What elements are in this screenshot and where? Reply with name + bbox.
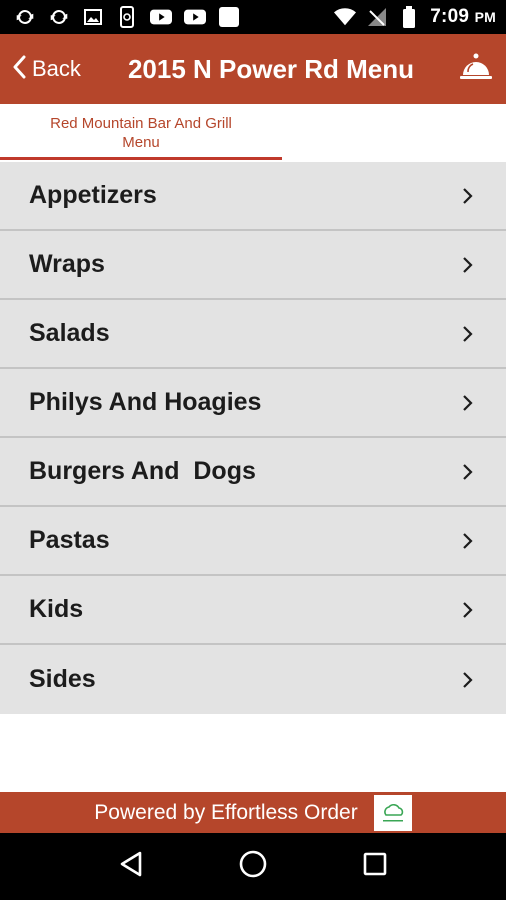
status-ampm: PM <box>474 9 496 25</box>
chevron-right-icon <box>460 255 474 275</box>
menu-category-salads[interactable]: Salads <box>0 300 506 369</box>
page-title: 2015 N Power Rd Menu <box>127 53 415 84</box>
app-bar: Back 2015 N Power Rd Menu <box>0 34 506 104</box>
menu-category-appetizers[interactable]: Appetizers <box>0 162 506 231</box>
menu-category-label: Appetizers <box>29 181 157 209</box>
tab-red-mountain-menu[interactable]: Red Mountain Bar And Grill Menu <box>0 104 282 162</box>
system-nav-bar <box>0 833 506 900</box>
chevron-right-icon <box>460 186 474 206</box>
menu-category-label: Salads <box>29 319 110 347</box>
chevron-right-icon <box>460 531 474 551</box>
status-system-icons: 7:09 PM <box>334 6 496 28</box>
youtube-icon <box>184 6 206 28</box>
menu-category-label: Sides <box>29 665 96 693</box>
back-triangle-icon <box>118 850 144 883</box>
service-bell-button[interactable] <box>446 34 506 104</box>
home-circle-icon <box>238 849 268 884</box>
menu-category-wraps[interactable]: Wraps <box>0 231 506 300</box>
menu-category-label: Wraps <box>29 250 105 278</box>
status-notification-icons <box>14 6 240 28</box>
chevron-right-icon <box>460 600 474 620</box>
image-icon <box>82 6 104 28</box>
footer-text: Powered by Effortless Order <box>94 800 358 824</box>
phone-icon <box>116 6 138 28</box>
chevron-right-icon <box>460 393 474 413</box>
back-button[interactable]: Back <box>0 34 100 104</box>
chevron-right-icon <box>460 462 474 482</box>
powered-by-footer[interactable]: Powered by Effortless Order <box>0 792 506 833</box>
chevron-right-icon <box>460 670 474 690</box>
square-icon <box>218 6 240 28</box>
chevron-right-icon <box>460 324 474 344</box>
nav-back-button[interactable] <box>111 847 151 887</box>
menu-category-label: Burgers And Dogs <box>29 457 256 485</box>
back-label: Back <box>32 56 81 81</box>
tab-selected-indicator <box>0 157 282 160</box>
menu-category-burgers-and-dogs[interactable]: Burgers And Dogs <box>0 438 506 507</box>
battery-icon <box>398 6 420 28</box>
tab-label: Red Mountain Bar And Grill Menu <box>50 115 232 151</box>
wifi-icon <box>334 6 357 28</box>
nav-home-button[interactable] <box>233 847 273 887</box>
sync-icon <box>48 6 70 28</box>
status-bar: 7:09 PM <box>0 0 506 34</box>
tab-bar: Red Mountain Bar And Grill Menu <box>0 104 506 162</box>
signal-icon <box>366 6 388 28</box>
menu-category-label: Philys And Hoagies <box>29 388 262 416</box>
effortless-order-logo <box>373 794 412 831</box>
nav-recents-button[interactable] <box>355 847 395 887</box>
youtube-icon <box>150 6 172 28</box>
recents-square-icon <box>362 851 388 882</box>
chevron-left-icon <box>12 55 26 84</box>
menu-category-philys-and-hoagies[interactable]: Philys And Hoagies <box>0 369 506 438</box>
sync-icon <box>14 6 36 28</box>
status-time: 7:09 PM <box>430 6 496 27</box>
menu-category-sides[interactable]: Sides <box>0 645 506 714</box>
menu-category-kids[interactable]: Kids <box>0 576 506 645</box>
menu-category-pastas[interactable]: Pastas <box>0 507 506 576</box>
menu-category-label: Pastas <box>29 526 110 554</box>
menu-category-list: Appetizers Wraps Salads Philys And Hoagi… <box>0 162 506 714</box>
service-bell-icon <box>458 51 494 88</box>
menu-category-label: Kids <box>29 595 84 623</box>
